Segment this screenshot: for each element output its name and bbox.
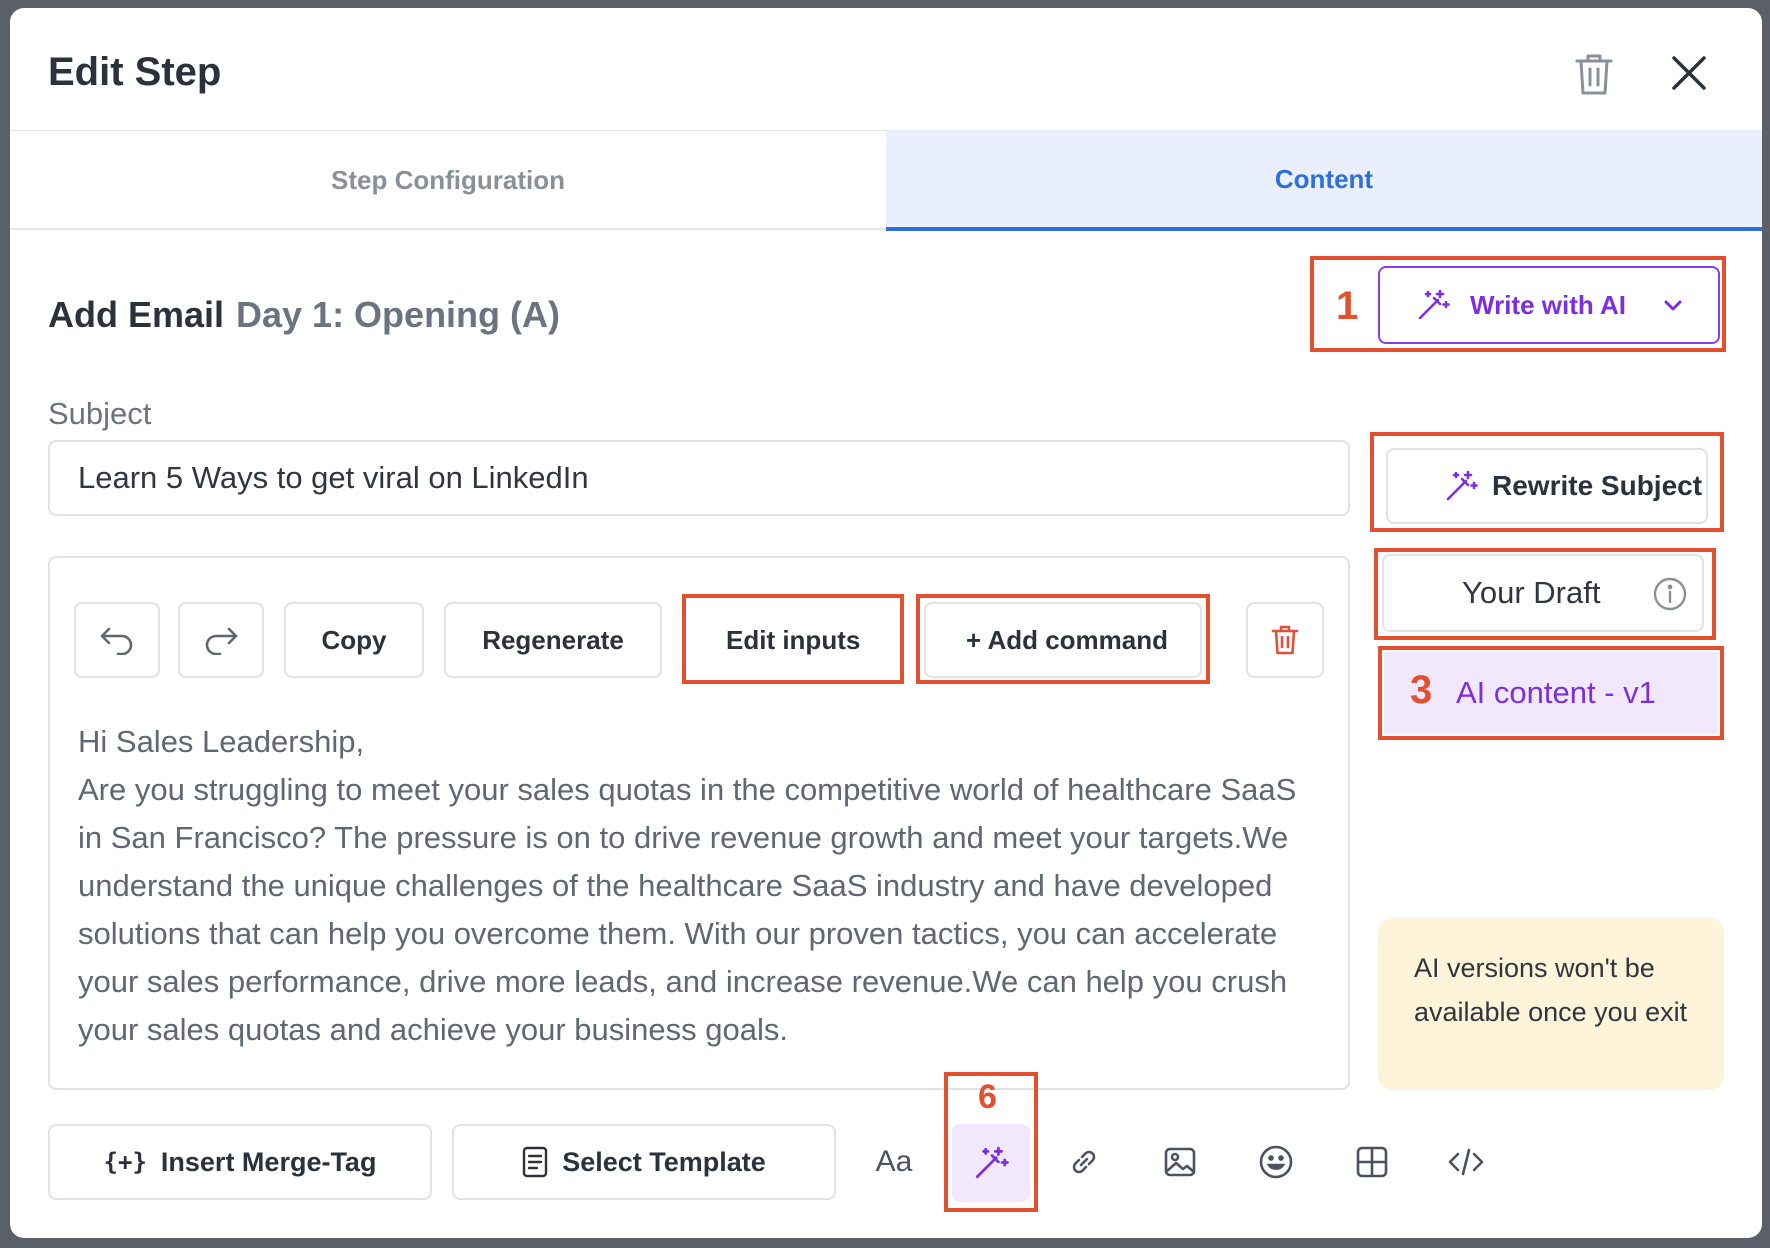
modal-header: Edit Step xyxy=(10,8,1762,130)
step-name: Day 1: Opening (A) xyxy=(236,294,561,335)
subject-label: Subject xyxy=(48,396,152,431)
magic-wand-icon xyxy=(1446,470,1478,501)
image-icon xyxy=(1164,1147,1196,1177)
annotation-number: 1 xyxy=(1336,284,1359,328)
info-icon[interactable] xyxy=(1652,576,1688,612)
edit-inputs-button[interactable]: Edit inputs xyxy=(686,602,898,678)
code-view-button[interactable] xyxy=(1440,1136,1492,1188)
version-ai-content-v1[interactable]: AI content - v1 xyxy=(1384,652,1718,734)
font-format-icon: Aa xyxy=(875,1145,913,1178)
insert-image-button[interactable] xyxy=(1154,1136,1206,1188)
email-body-editor[interactable]: Copy Regenerate 4 Edit inputs 5 + Add co… xyxy=(48,556,1350,1090)
rewrite-subject-button[interactable]: Rewrite Subject xyxy=(1386,448,1708,524)
chevron-down-icon xyxy=(1664,300,1682,311)
rewrite-subject-label: Rewrite Subject xyxy=(1492,470,1703,501)
merge-tag-icon: {+} xyxy=(103,1148,147,1176)
tab-bar: Step Configuration Content xyxy=(10,130,1762,231)
ai-write-tool-button[interactable] xyxy=(952,1124,1030,1202)
write-with-ai-label: Write with AI xyxy=(1470,289,1626,320)
trash-icon xyxy=(1271,625,1299,655)
merge-tag-label: Insert Merge-Tag xyxy=(160,1146,377,1177)
insert-link-button[interactable] xyxy=(1058,1136,1110,1188)
table-icon xyxy=(1356,1146,1388,1178)
code-icon xyxy=(1448,1148,1484,1176)
insert-emoji-button[interactable] xyxy=(1250,1136,1302,1188)
trash-icon xyxy=(1575,54,1613,95)
select-template-button[interactable]: Select Template xyxy=(452,1124,836,1200)
document-icon xyxy=(523,1146,548,1178)
subject-input[interactable] xyxy=(48,440,1350,516)
undo-button[interactable] xyxy=(74,602,160,678)
write-with-ai-button[interactable]: Write with AI xyxy=(1378,266,1720,344)
redo-icon xyxy=(205,627,238,655)
magic-wand-icon xyxy=(975,1146,1009,1179)
add-command-button[interactable]: + Add command xyxy=(924,602,1202,678)
close-button[interactable] xyxy=(1664,48,1714,98)
tab-step-configuration[interactable]: Step Configuration xyxy=(10,131,886,229)
edit-step-modal: Edit Step Step Configuration Content Add… xyxy=(10,8,1762,1238)
email-greeting: Hi Sales Leadership, xyxy=(78,724,365,759)
redo-button[interactable] xyxy=(178,602,264,678)
ai-versions-notice: AI versions won't be available once you … xyxy=(1378,918,1724,1090)
modal-title: Edit Step xyxy=(48,50,222,94)
section-heading: Add Email xyxy=(48,294,225,335)
copy-button[interactable]: Copy xyxy=(284,602,424,678)
email-body-text[interactable]: Hi Sales Leadership, Are you struggling … xyxy=(78,718,1328,1054)
tab-content[interactable]: Content xyxy=(886,131,1762,231)
close-icon xyxy=(1672,56,1706,90)
version-label: Your Draft xyxy=(1462,575,1601,610)
undo-icon xyxy=(100,627,133,655)
link-icon xyxy=(1072,1150,1096,1174)
insert-merge-tag-button[interactable]: {+} Insert Merge-Tag xyxy=(48,1124,432,1200)
magic-wand-icon xyxy=(1418,289,1450,320)
delete-content-button[interactable] xyxy=(1246,602,1324,678)
version-your-draft[interactable]: Your Draft xyxy=(1382,554,1704,632)
annotation-number: 3 xyxy=(1410,668,1433,712)
select-template-label: Select Template xyxy=(562,1146,766,1177)
emoji-icon xyxy=(1259,1145,1293,1179)
text-format-button[interactable]: Aa xyxy=(868,1136,920,1188)
annotation-number: 6 xyxy=(978,1078,997,1116)
insert-table-button[interactable] xyxy=(1346,1136,1398,1188)
regenerate-button[interactable]: Regenerate xyxy=(444,602,662,678)
delete-step-button[interactable] xyxy=(1566,44,1622,104)
email-body: Are you struggling to meet your sales qu… xyxy=(78,772,1297,1047)
version-label: AI content - v1 xyxy=(1456,675,1656,710)
